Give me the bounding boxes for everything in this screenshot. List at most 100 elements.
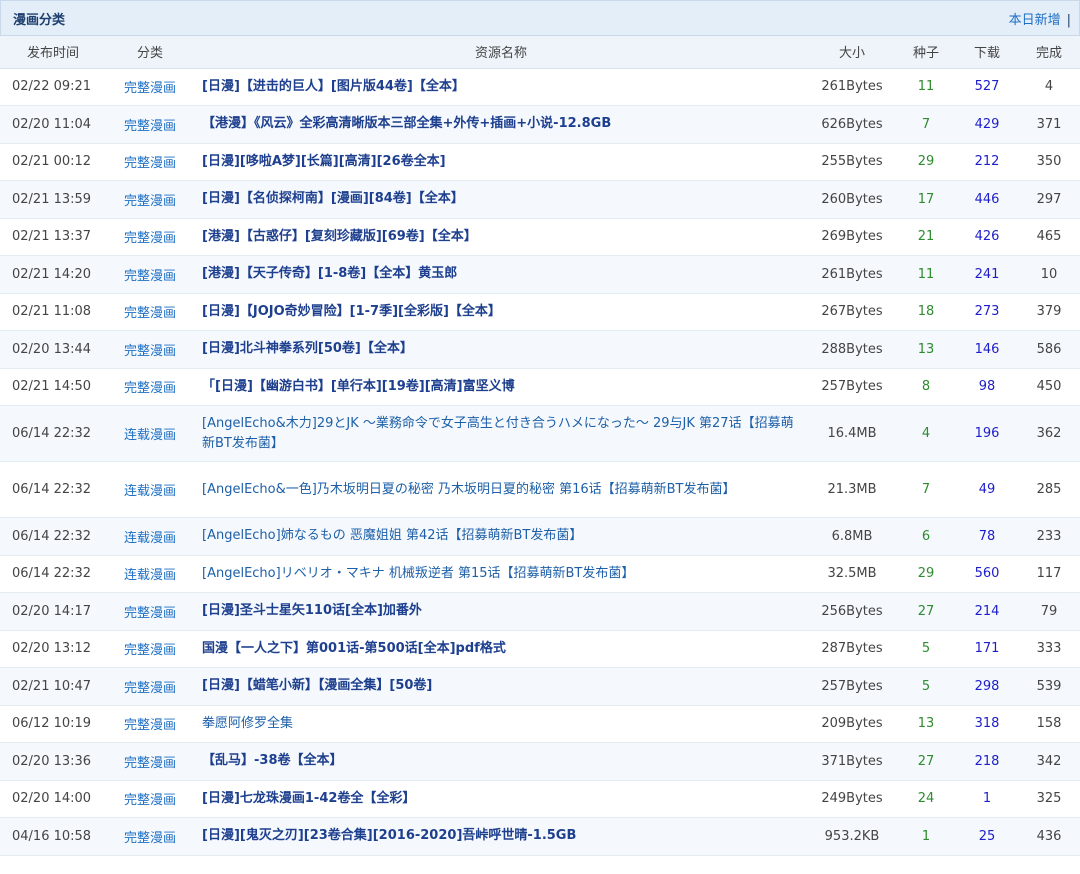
resource-title-link[interactable]: [日漫][鬼灭之刃][23卷合集][2016-2020]吾峠呼世晴-1.5GB [202, 828, 576, 843]
completed-count: 371 [1036, 116, 1062, 132]
download-count: 49 [978, 482, 996, 497]
seed-count: 5 [921, 678, 931, 694]
publish-time: 06/14 22:32 [12, 426, 92, 441]
resource-name-cell: 「[日漫]【幽游白书】[单行本][19卷][高清]富坚义博 [194, 368, 808, 406]
col-header-category[interactable]: 分类 [106, 36, 194, 69]
download-count: 25 [978, 828, 996, 844]
table-row: 02/21 13:37 完整漫画 [港漫]【古惑仔】[复刻珍藏版][69卷]【全本】… [0, 218, 1080, 256]
category-link[interactable]: 完整漫画 [106, 143, 194, 181]
resource-title-link[interactable]: [AngelEcho]リベリオ・マキナ 机械叛逆者 第15话【招募萌新BT发布菌… [202, 566, 634, 581]
category-link[interactable]: 完整漫画 [106, 668, 194, 706]
resource-title-link[interactable]: [日漫]【名侦探柯南】[漫画][84卷]【全本】 [202, 191, 464, 206]
resource-name-cell: [日漫][鬼灭之刃][23卷合集][2016-2020]吾峠呼世晴-1.5GB [194, 818, 808, 856]
file-size: 255Bytes [821, 154, 883, 170]
resource-title-link[interactable]: [日漫]【JOJO奇妙冒险】[1-7季][全彩版]【全本】 [202, 304, 501, 319]
category-link[interactable]: 连载漫画 [106, 462, 194, 518]
download-count: 273 [974, 304, 1000, 320]
file-size: 953.2KB [824, 828, 880, 844]
category-link[interactable]: 完整漫画 [106, 705, 194, 743]
category-link[interactable]: 完整漫画 [106, 630, 194, 668]
resource-table: 发布时间 分类 资源名称 大小 种子 下载 完成 02/22 09:21 完整漫画… [0, 36, 1080, 856]
category-link[interactable]: 连载漫画 [106, 406, 194, 462]
table-row: 02/20 13:44 完整漫画 [日漫]北斗神拳系列[50卷]【全本】 288Byt… [0, 330, 1080, 369]
col-header-size[interactable]: 大小 [808, 36, 896, 69]
header-separator: | [1066, 12, 1071, 28]
completed-count: 233 [1036, 528, 1062, 544]
resource-name-cell: [日漫]【进击的巨人】[图片版44卷]【全本】 [194, 68, 808, 106]
category-link[interactable]: 完整漫画 [106, 68, 194, 106]
seed-count: 17 [917, 191, 935, 207]
download-count: 446 [974, 191, 1000, 207]
file-size: 249Bytes [821, 791, 883, 807]
table-row: 02/20 13:36 完整漫画 【乱马】-38卷【全本】 371Bytes 27 218… [0, 742, 1080, 781]
seed-count: 24 [917, 791, 935, 807]
resource-name-cell: [日漫]【蜡笔小新】【漫画全集】[50卷] [194, 668, 808, 706]
file-size: 16.4MB [827, 426, 877, 441]
download-count: 318 [974, 716, 1000, 732]
category-link[interactable]: 完整漫画 [106, 293, 194, 331]
resource-title-link[interactable]: [日漫]圣斗士星矢110话[全本]加番外 [202, 603, 422, 618]
resource-name-cell: [日漫]北斗神拳系列[50卷]【全本】 [194, 331, 808, 369]
resource-title-link[interactable]: [日漫][哆啦A梦][长篇][高清][26卷全本] [202, 154, 446, 169]
resource-title-link[interactable]: [AngelEcho&木力]29とJK ～業務命令で女子高生と付き合うハメになっ… [202, 416, 794, 451]
file-size: 261Bytes [821, 79, 883, 95]
resource-name-cell: 国漫【一人之下】第001话-第500话[全本]pdf格式 [194, 630, 808, 668]
resource-name-cell: 拳愿阿修罗全集 [194, 705, 808, 743]
resource-name-cell: [AngelEcho&一色]乃木坂明日夏の秘密 乃木坂明日夏的秘密 第16话【招… [194, 462, 808, 518]
seed-count: 1 [921, 828, 931, 844]
resource-name-cell: [日漫]【JOJO奇妙冒险】[1-7季][全彩版]【全本】 [194, 293, 808, 331]
resource-title-link[interactable]: [港漫]【天子传奇】[1-8卷]【全本】黄玉郎 [202, 266, 457, 281]
completed-count: 450 [1036, 379, 1062, 395]
completed-count: 350 [1036, 154, 1062, 170]
seed-count: 7 [921, 116, 931, 132]
file-size: 256Bytes [821, 603, 883, 619]
col-header-completed[interactable]: 完成 [1018, 36, 1080, 69]
file-size: 257Bytes [821, 379, 883, 395]
col-header-name[interactable]: 资源名称 [194, 36, 808, 69]
file-size: 269Bytes [821, 229, 883, 245]
category-link[interactable]: 完整漫画 [106, 331, 194, 369]
resource-title-link[interactable]: 【港漫】《风云》全彩高清晰版本三部全集+外传+插画+小说-12.8GB [202, 116, 611, 131]
resource-name-cell: [港漫]【古惑仔】[复刻珍藏版][69卷]【全本】 [194, 218, 808, 256]
category-link[interactable]: 连载漫画 [106, 555, 194, 593]
publish-time: 06/14 22:32 [12, 528, 92, 544]
resource-title-link[interactable]: [AngelEcho&一色]乃木坂明日夏の秘密 乃木坂明日夏的秘密 第16话【招… [202, 482, 736, 497]
table-row: 02/21 14:20 完整漫画 [港漫]【天子传奇】[1-8卷]【全本】黄玉郎 26… [0, 255, 1080, 294]
resource-title-link[interactable]: [日漫]【进击的巨人】[图片版44卷]【全本】 [202, 79, 465, 94]
completed-count: 158 [1036, 716, 1062, 732]
category-link[interactable]: 完整漫画 [106, 743, 194, 781]
publish-time: 02/21 00:12 [12, 154, 92, 170]
publish-time: 02/20 14:17 [12, 603, 92, 619]
resource-name-cell: [AngelEcho&木力]29とJK ～業務命令で女子高生と付き合うハメになっ… [194, 406, 808, 462]
resource-title-link[interactable]: 国漫【一人之下】第001话-第500话[全本]pdf格式 [202, 641, 506, 656]
table-row: 02/21 00:12 完整漫画 [日漫][哆啦A梦][长篇][高清][26卷全本]… [0, 143, 1080, 181]
category-link[interactable]: 完整漫画 [106, 256, 194, 294]
category-link[interactable]: 连载漫画 [106, 518, 194, 556]
resource-title-link[interactable]: 「[日漫]【幽游白书】[单行本][19卷][高清]富坚义博 [202, 379, 515, 394]
col-header-downloads[interactable]: 下载 [956, 36, 1018, 69]
category-link[interactable]: 完整漫画 [106, 368, 194, 406]
category-link[interactable]: 完整漫画 [106, 593, 194, 631]
today-new-link[interactable]: 本日新增 [1009, 13, 1061, 28]
resource-title-link[interactable]: 【乱马】-38卷【全本】 [202, 753, 343, 768]
resource-title-link[interactable]: [港漫]【古惑仔】[复刻珍藏版][69卷]【全本】 [202, 229, 477, 244]
resource-name-cell: 【乱马】-38卷【全本】 [194, 743, 808, 781]
download-count: 241 [974, 266, 1000, 282]
category-link[interactable]: 完整漫画 [106, 780, 194, 818]
file-size: 6.8MB [831, 528, 873, 544]
publish-time: 02/21 13:59 [12, 191, 92, 207]
category-link[interactable]: 完整漫画 [106, 181, 194, 219]
file-size: 287Bytes [821, 641, 883, 657]
resource-title-link[interactable]: [日漫]【蜡笔小新】【漫画全集】[50卷] [202, 678, 432, 693]
resource-title-link[interactable]: [日漫]北斗神拳系列[50卷]【全本】 [202, 341, 413, 356]
resource-title-link[interactable]: [AngelEcho]姉なるもの 恶魔姐姐 第42话【招募萌新BT发布菌】 [202, 528, 582, 543]
resource-title-link[interactable]: [日漫]七龙珠漫画1-42卷全【全彩】 [202, 791, 415, 806]
col-header-time[interactable]: 发布时间 [0, 36, 106, 69]
resource-title-link[interactable]: 拳愿阿修罗全集 [202, 716, 293, 731]
category-link[interactable]: 完整漫画 [106, 106, 194, 144]
category-link[interactable]: 完整漫画 [106, 218, 194, 256]
table-row: 06/14 22:32 连载漫画 [AngelEcho&一色]乃木坂明日夏の秘密 乃… [0, 461, 1080, 518]
category-link[interactable]: 完整漫画 [106, 818, 194, 856]
file-size: 371Bytes [821, 753, 883, 769]
col-header-seeds[interactable]: 种子 [896, 36, 956, 69]
